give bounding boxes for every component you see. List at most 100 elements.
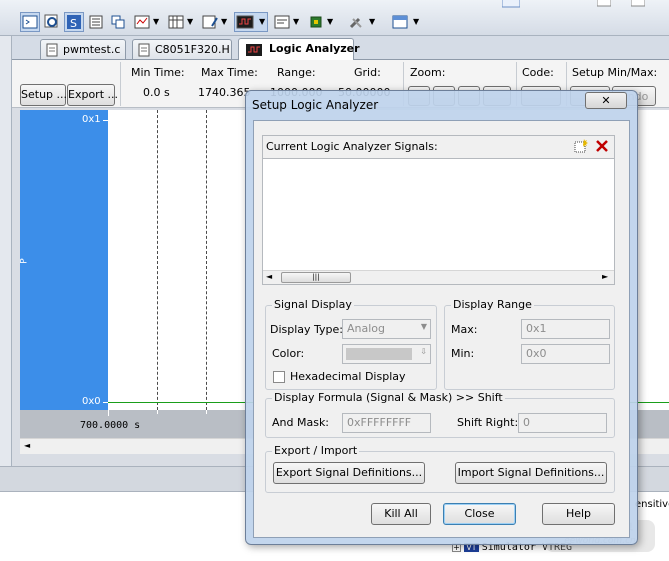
close-icon: ✕ [601,94,611,107]
trace-icon [274,15,290,29]
signal-name-pane[interactable] [20,110,108,410]
max-label: Max: [451,323,478,336]
chevron-down-icon: ▼ [327,17,334,26]
chevron-down-icon: ▼ [259,17,266,26]
toolbar-button-serial[interactable]: ▼ [200,12,230,32]
callstack-icon [111,15,125,29]
tools-icon [349,17,362,29]
tab-label: pwmtest.c [63,43,121,56]
chevron-down-icon: ▼ [221,17,228,26]
registers-icon [89,15,103,29]
display-type-label: Display Type: [270,323,344,336]
settings-icon[interactable] [597,0,611,8]
header-file-icon [138,43,150,57]
tab-logic-analyzer[interactable]: Logic Analyzer [238,38,360,60]
signals-list-scrollbar[interactable]: ◄ ||| ► [263,270,614,284]
max-value: 0x1 [526,322,547,335]
time-tick [108,410,109,416]
sensitive-text: ensitive [635,499,669,510]
and-mask-label: And Mask: [272,416,330,429]
close-button[interactable]: Close [443,503,516,525]
setup-minmax-label: Setup Min/Max: [572,66,658,79]
toolbar-button-callstack[interactable] [108,12,128,32]
hex-display-checkbox[interactable] [273,371,285,383]
min-time-label: Min Time: [131,66,185,79]
and-mask-input[interactable]: 0xFFFFFFFF [342,413,431,433]
c-file-icon [46,43,58,57]
export-signal-definitions-button[interactable]: Export Signal Definitions... [273,462,425,484]
memory-icon [168,15,184,29]
tab-c8051f320[interactable]: C8051F320.H [132,39,232,59]
help-button[interactable]: Help [542,503,615,525]
magnifier-icon [44,14,58,28]
window-layout-icon [392,15,408,29]
serial-window-icon [202,15,218,29]
debug-window-icon [22,15,38,29]
toolbar-button-trace[interactable]: ▼ [272,12,302,32]
watch-icon [134,15,150,29]
delete-icon [596,140,608,152]
scroll-left-icon[interactable]: ◄ [266,272,272,281]
new-signal-button[interactable] [572,137,590,155]
export-button[interactable]: Export ... [67,84,118,106]
chevron-down-icon: ▼ [420,322,427,331]
range-label: Range: [277,66,316,79]
display-range-title: Display Range [451,298,534,311]
max-time-value: 1740.365 [198,86,251,99]
toolbar-button-find[interactable] [42,12,62,32]
scroll-left-icon[interactable]: ◄ [24,441,30,450]
tab-label: C8051F320.H [155,43,230,56]
toolbar-button-watch[interactable]: ▼ [132,12,162,32]
svg-text:S: S [70,17,77,30]
zoom-label: Zoom: [410,66,446,79]
delete-signal-button[interactable] [593,137,611,155]
options-icon[interactable] [631,0,645,8]
toolbar-button-windows[interactable]: ▼ [390,12,422,32]
y-axis-top-label: 0x1 [82,114,101,125]
source-icon: S [67,15,81,30]
min-input[interactable]: 0x0 [521,344,610,364]
hex-display-label: Hexadecimal Display [290,370,406,383]
dialog-close-button[interactable]: ✕ [585,92,627,109]
grid-line [157,110,158,410]
chevron-down-icon: ▼ [293,17,300,26]
kill-all-button[interactable]: Kill All [371,503,431,525]
new-item-icon [574,139,588,153]
chevron-down-icon: ▼ [187,17,194,26]
max-time-label: Max Time: [201,66,258,79]
min-time-value: 0.0 s [143,86,170,99]
display-type-select[interactable]: Analog ▼ [342,319,431,339]
toolbar-button-s[interactable]: S [64,12,84,32]
display-formula-title: Display Formula (Signal & Mask) >> Shift [272,391,505,404]
grid-line [206,110,207,410]
import-signal-definitions-button[interactable]: Import Signal Definitions... [455,462,607,484]
color-select[interactable]: ⇩ [342,344,431,364]
toolbar-button-memory[interactable]: ▼ [166,12,196,32]
scroll-thumb[interactable]: ||| [281,272,351,283]
chevron-down-icon: ▼ [153,17,160,26]
and-mask-value: 0xFFFFFFFF [347,416,412,429]
toolbar-button-peripherals[interactable]: ▼ [306,12,336,32]
scroll-right-icon[interactable]: ► [602,272,608,281]
min-label: Min: [451,347,475,360]
y-axis-bottom-label: 0x0 [82,396,101,407]
tab-pwmtest[interactable]: pwmtest.c [40,39,126,59]
time-label: 700.0000 s [80,420,141,431]
toolbar-button-analysis[interactable]: ▼ [234,12,268,32]
chevron-down-icon: ▼ [413,17,420,26]
left-panel [0,36,12,466]
grid-label: Grid: [354,66,381,79]
time-tick [157,410,158,414]
color-label: Color: [272,347,305,360]
display-type-value: Analog [347,322,386,335]
toolbar-button-debug-window[interactable] [20,12,40,32]
chevron-down-icon: ⇩ [420,347,427,356]
toolbar-button-registers[interactable] [86,12,106,32]
shift-right-input[interactable]: 0 [518,413,607,433]
find-icon[interactable] [502,0,520,8]
signals-list[interactable] [263,158,614,270]
max-input[interactable]: 0x1 [521,319,610,339]
toolbar-button-tools[interactable]: ▼ [346,12,378,32]
setup-button[interactable]: Setup ... [20,84,67,106]
min-value: 0x0 [526,347,547,360]
